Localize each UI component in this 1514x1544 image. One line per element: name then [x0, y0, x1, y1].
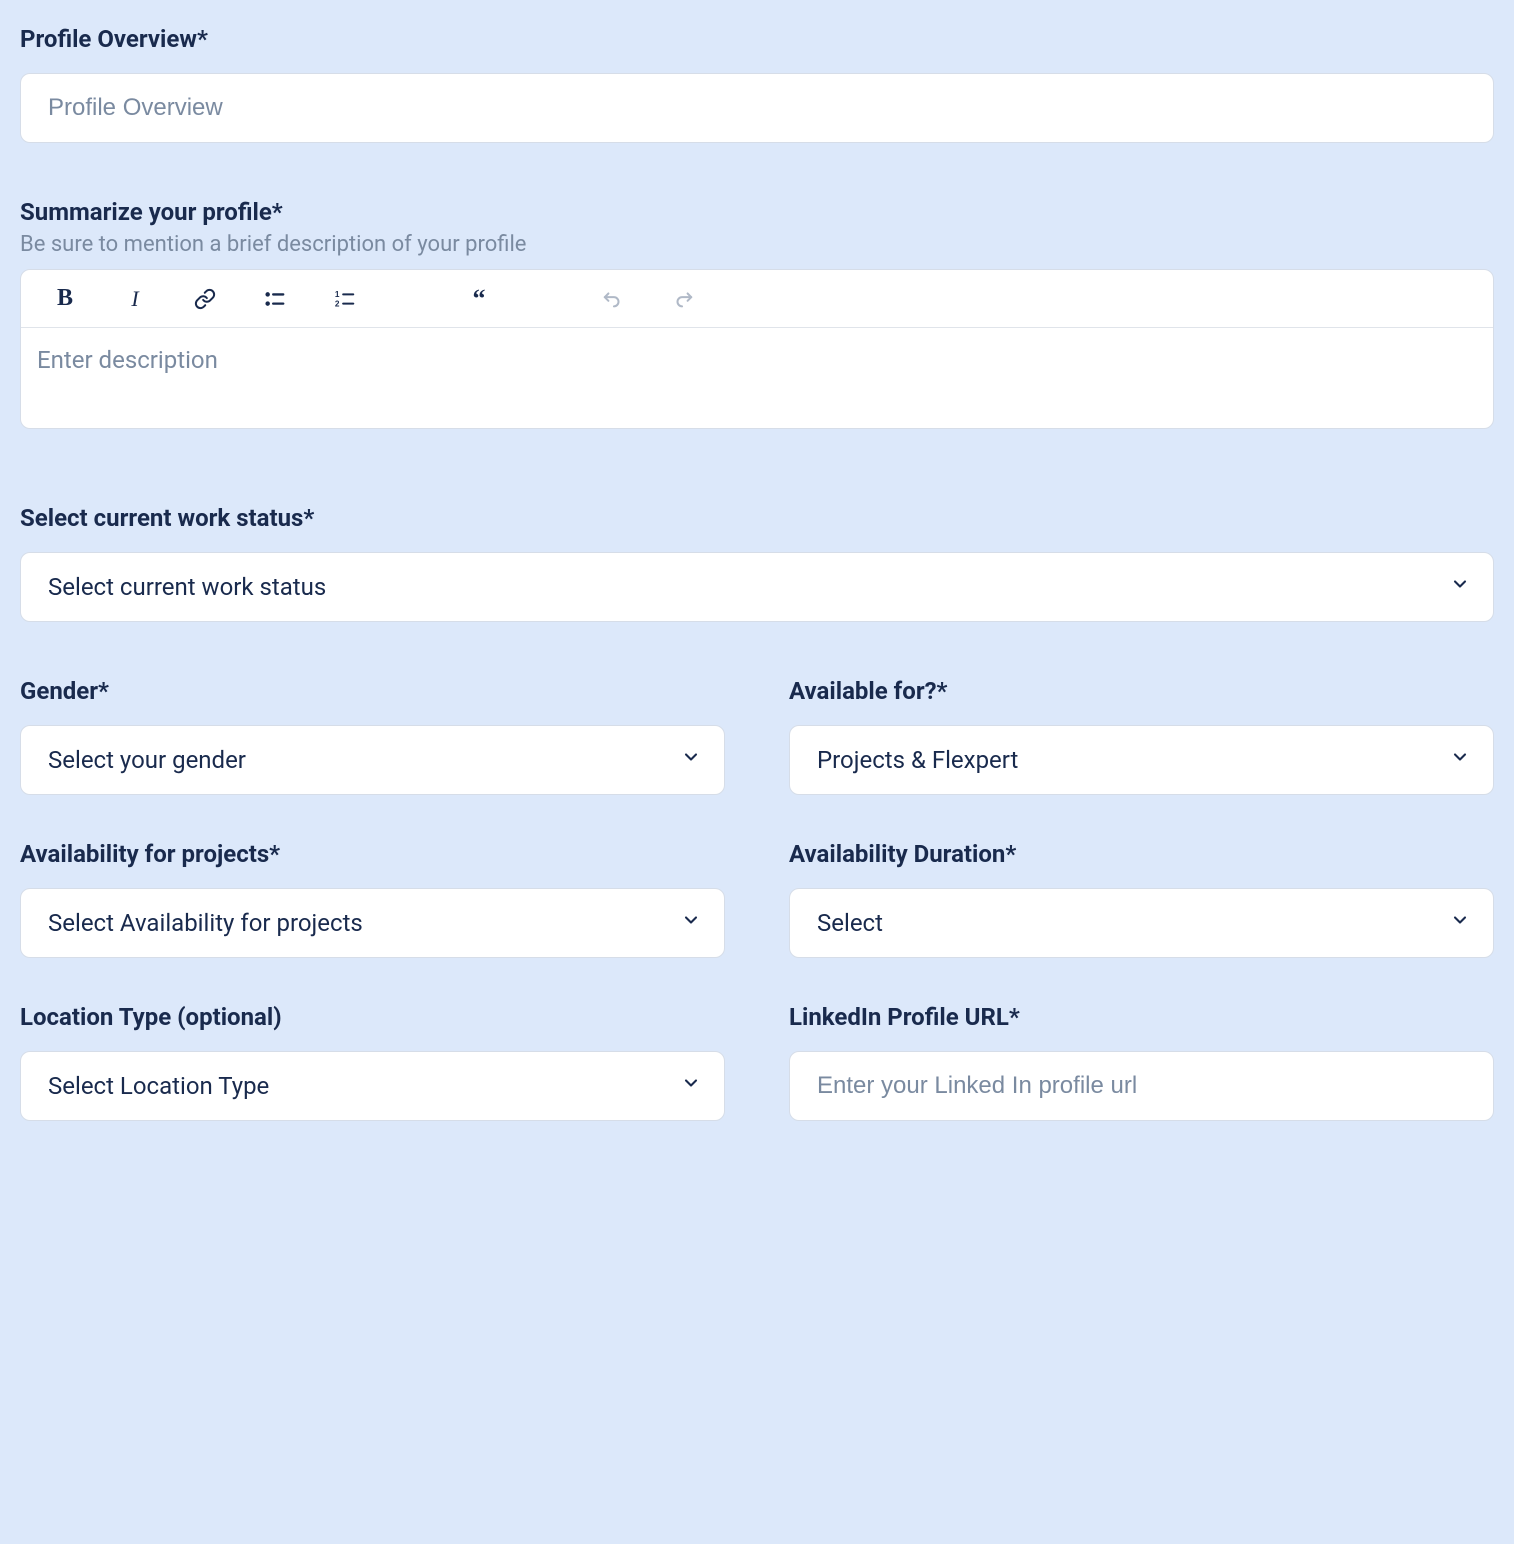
linkedin-label: LinkedIn Profile URL* [789, 1003, 1494, 1031]
available-for-value: Projects & Flexpert [817, 746, 1018, 774]
availability-projects-select[interactable]: Select Availability for projects [20, 888, 725, 958]
bold-button[interactable]: B [51, 285, 79, 313]
numbered-list-button[interactable]: 12 [331, 285, 359, 313]
availability-projects-label: Availability for projects* [20, 840, 725, 868]
summarize-label: Summarize your profile* [20, 198, 1494, 226]
gender-select[interactable]: Select your gender [20, 725, 725, 795]
work-status-select[interactable]: Select current work status [20, 552, 1494, 622]
blockquote-button[interactable]: “ [465, 285, 493, 313]
available-for-label: Available for?* [789, 677, 1494, 705]
availability-duration-label: Availability Duration* [789, 840, 1494, 868]
summarize-helper: Be sure to mention a brief description o… [20, 232, 1494, 257]
undo-button[interactable] [599, 285, 627, 313]
linkedin-input[interactable] [789, 1051, 1494, 1121]
profile-overview-label: Profile Overview* [20, 25, 1494, 53]
redo-button[interactable] [669, 285, 697, 313]
editor-toolbar: B I 12 “ [21, 270, 1493, 328]
availability-projects-value: Select Availability for projects [48, 909, 363, 937]
work-status-value: Select current work status [48, 573, 326, 601]
italic-button[interactable]: I [121, 285, 149, 313]
location-type-label: Location Type (optional) [20, 1003, 725, 1031]
available-for-select[interactable]: Projects & Flexpert [789, 725, 1494, 795]
location-type-select[interactable]: Select Location Type [20, 1051, 725, 1121]
work-status-label: Select current work status* [20, 504, 1494, 532]
svg-text:1: 1 [335, 290, 340, 299]
availability-duration-select[interactable]: Select [789, 888, 1494, 958]
gender-label: Gender* [20, 677, 725, 705]
editor-textarea[interactable]: Enter description [21, 328, 1493, 428]
gender-value: Select your gender [48, 746, 246, 774]
availability-duration-value: Select [817, 909, 883, 937]
location-type-value: Select Location Type [48, 1072, 269, 1100]
rich-text-editor: B I 12 “ Enter description [20, 269, 1494, 429]
svg-text:2: 2 [335, 299, 340, 308]
bullet-list-button[interactable] [261, 285, 289, 313]
link-button[interactable] [191, 285, 219, 313]
profile-overview-input[interactable] [20, 73, 1494, 143]
